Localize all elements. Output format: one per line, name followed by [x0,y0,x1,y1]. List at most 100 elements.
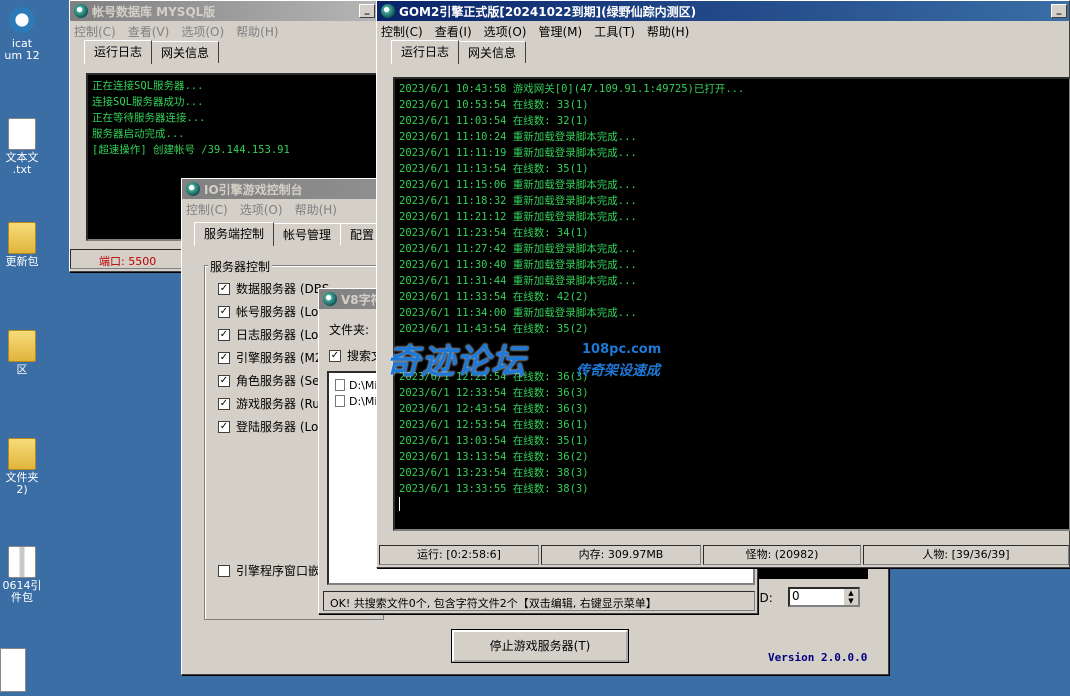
menubar: 控制(C) 查看(V) 选项(O) 帮助(H) [70,21,377,41]
desktop-icon-navicat[interactable]: icat um 12 [0,4,44,62]
log-line: [超速操作] 创建帐号 /39.144.153.91 [92,144,290,156]
checkbox-label: 数据服务器 (DBS [236,282,330,296]
checkbox[interactable]: ✓ [218,328,230,341]
tab-gateway-info[interactable]: 网关信息 [151,41,220,63]
desktop-icon-folder[interactable]: 文件夹 2) [0,438,44,496]
log-line: 正在连接SQL服务器... [92,80,204,92]
menu-help[interactable]: 帮助(H) [236,23,278,40]
menu-view[interactable]: 查看(V) [128,23,170,40]
app-icon [381,4,395,18]
archive-icon [8,546,36,578]
app-icon [323,292,337,306]
id-spinner[interactable]: 0 ▲ ▼ [788,587,860,607]
menu-help[interactable]: 帮助(H) [647,23,689,40]
log-line: 2023/6/1 11:13:54 在线数: 35(1) [399,163,589,175]
server-checkbox-game[interactable]: ✓ 游戏服务器 (Ru [218,395,320,412]
log-line: 2023/6/1 11:31:44 重新加载登录脚本完成... [399,275,637,287]
server-checkbox-engine[interactable]: ✓ 引擎服务器 (M2S [218,349,330,366]
checkbox[interactable] [218,564,230,577]
gom-engine-window: GOM2引擎正式版[20241022到期](绿野仙踪内测区) _ 控制(C) 查… [376,0,1070,568]
tab-run-log[interactable]: 运行日志 [84,40,153,64]
desktop-icon-label: 文本文 .txt [5,151,39,176]
checkbox[interactable]: ✓ [218,420,230,433]
log-line: 2023/6/1 12:33:54 在线数: 36(3) [399,387,589,399]
desktop-icon-zone[interactable]: 区 [0,330,44,376]
menu-options[interactable]: 选项(O) [484,23,527,40]
server-checkbox-db[interactable]: ✓ 数据服务器 (DBS [218,280,329,297]
log-line: 2023/6/1 11:18:32 重新加载登录脚本完成... [399,195,637,207]
checkbox-label: 角色服务器 (Se [236,374,320,388]
minimize-button[interactable]: _ [359,4,375,18]
menu-control[interactable]: 控制(C) [381,23,423,40]
checkbox[interactable]: ✓ [218,282,230,295]
log-line: 2023/6/1 11:27:42 重新加载登录脚本完成... [399,243,637,255]
folder-icon [8,438,36,470]
checkbox[interactable]: ✓ [218,397,230,410]
server-checkbox-login[interactable]: ✓ 登陆服务器 (Lo [218,418,318,435]
log-line: 2023/6/1 11:10:24 重新加载登录脚本完成... [399,131,637,143]
input-caret-line[interactable] [399,497,1065,516]
titlebar[interactable]: 帐号数据库 MYSQL版 _ [70,1,377,21]
checkbox[interactable]: ✓ [329,349,341,362]
file-icon [335,395,345,407]
tab-bar: 运行日志 网关信息 [70,40,377,64]
menubar: 控制(C) 查看(I) 选项(O) 管理(M) 工具(T) 帮助(H) [377,21,1069,41]
menu-help[interactable]: 帮助(H) [295,201,337,218]
server-checkbox-account[interactable]: ✓ 帐号服务器 (Lo [218,303,318,320]
menu-options[interactable]: 选项(O) [181,23,224,40]
stop-game-server-button[interactable]: 停止游戏服务器(T) [452,630,628,662]
checkbox-label: 引擎服务器 (M2S [236,351,331,365]
menu-control[interactable]: 控制(C) [74,23,116,40]
log-line: 2023/6/1 10:53:54 在线数: 33(1) [399,99,589,111]
checkbox[interactable]: ✓ [218,374,230,387]
embed-window-checkbox[interactable]: 引擎程序窗口嵌 [218,562,320,579]
checkbox-label: 帐号服务器 (Lo [236,305,319,319]
tab-server-control[interactable]: 服务端控制 [194,222,275,246]
window-title: 帐号数据库 MYSQL版 [92,4,216,19]
checkbox-label: 日志服务器 (Lo [236,328,319,342]
desktop-icon-text-file[interactable]: 文本文 .txt [0,118,44,176]
search-checkbox[interactable]: ✓ 搜索文 [329,347,383,364]
desktop-icon-label: 文件夹 2) [5,471,39,496]
app-icon [74,4,88,18]
server-checkbox-log[interactable]: ✓ 日志服务器 (Lo [218,326,318,343]
spinner-arrows-icon[interactable]: ▲ ▼ [844,589,858,605]
partial-desktop-icon[interactable] [0,648,26,692]
menu-manage[interactable]: 管理(M) [538,23,582,40]
desktop-icon-label: icat um 12 [4,37,40,62]
log-line: 2023/6/1 13:33:55 在线数: 38(3) [399,483,589,495]
group-title: 服务器控制 [208,258,273,275]
navicat-icon [8,4,36,36]
log-line: 2023/6/1 11:23:54 在线数: 34(1) [399,227,589,239]
window-title: GOM2引擎正式版[20241022到期](绿野仙踪内测区) [399,4,697,19]
gom-log-console: 2023/6/1 10:43:58 游戏网关[0](47.109.91.1:49… [393,77,1070,531]
log-line: 2023/6/1 10:43:58 游戏网关[0](47.109.91.1:49… [399,83,745,95]
desktop-icon-update-pack[interactable]: 更新包 [0,222,44,268]
menu-view[interactable]: 查看(I) [435,23,472,40]
checkbox[interactable]: ✓ [218,351,230,364]
desktop-icon-engine-pack[interactable]: 0614引 件包 [0,546,44,604]
folder-label: 文件夹: [329,323,370,337]
menu-options[interactable]: 选项(O) [240,201,283,218]
tab-gateway-info[interactable]: 网关信息 [458,41,527,63]
tab-bar: 运行日志 网关信息 [377,40,1069,64]
minimize-button[interactable]: _ [1051,4,1067,18]
log-line: 2023/6/1 13:03:54 在线数: 35(1) [399,435,589,447]
tab-account-management[interactable]: 帐号管理 [273,223,342,245]
log-line: 2023/6/1 13:13:54 在线数: 36(2) [399,451,589,463]
menu-control[interactable]: 控制(C) [186,201,228,218]
menu-tools[interactable]: 工具(T) [594,23,635,40]
progress-strip [756,569,868,579]
log-line: 2023/6/1 11:15:06 重新加载登录脚本完成... [399,179,637,191]
server-checkbox-role[interactable]: ✓ 角色服务器 (Se [218,372,320,389]
file-path: D:\Mi [349,378,378,392]
status-monsters: 怪物: (20982) [703,545,861,565]
titlebar[interactable]: GOM2引擎正式版[20241022到期](绿野仙踪内测区) _ [377,1,1069,21]
checkbox[interactable]: ✓ [218,305,230,318]
status-players: 人物: [39/36/39] [863,545,1069,565]
folder-icon [8,330,36,362]
text-caret [399,497,400,511]
folder-icon [8,222,36,254]
tab-run-log[interactable]: 运行日志 [391,40,460,64]
